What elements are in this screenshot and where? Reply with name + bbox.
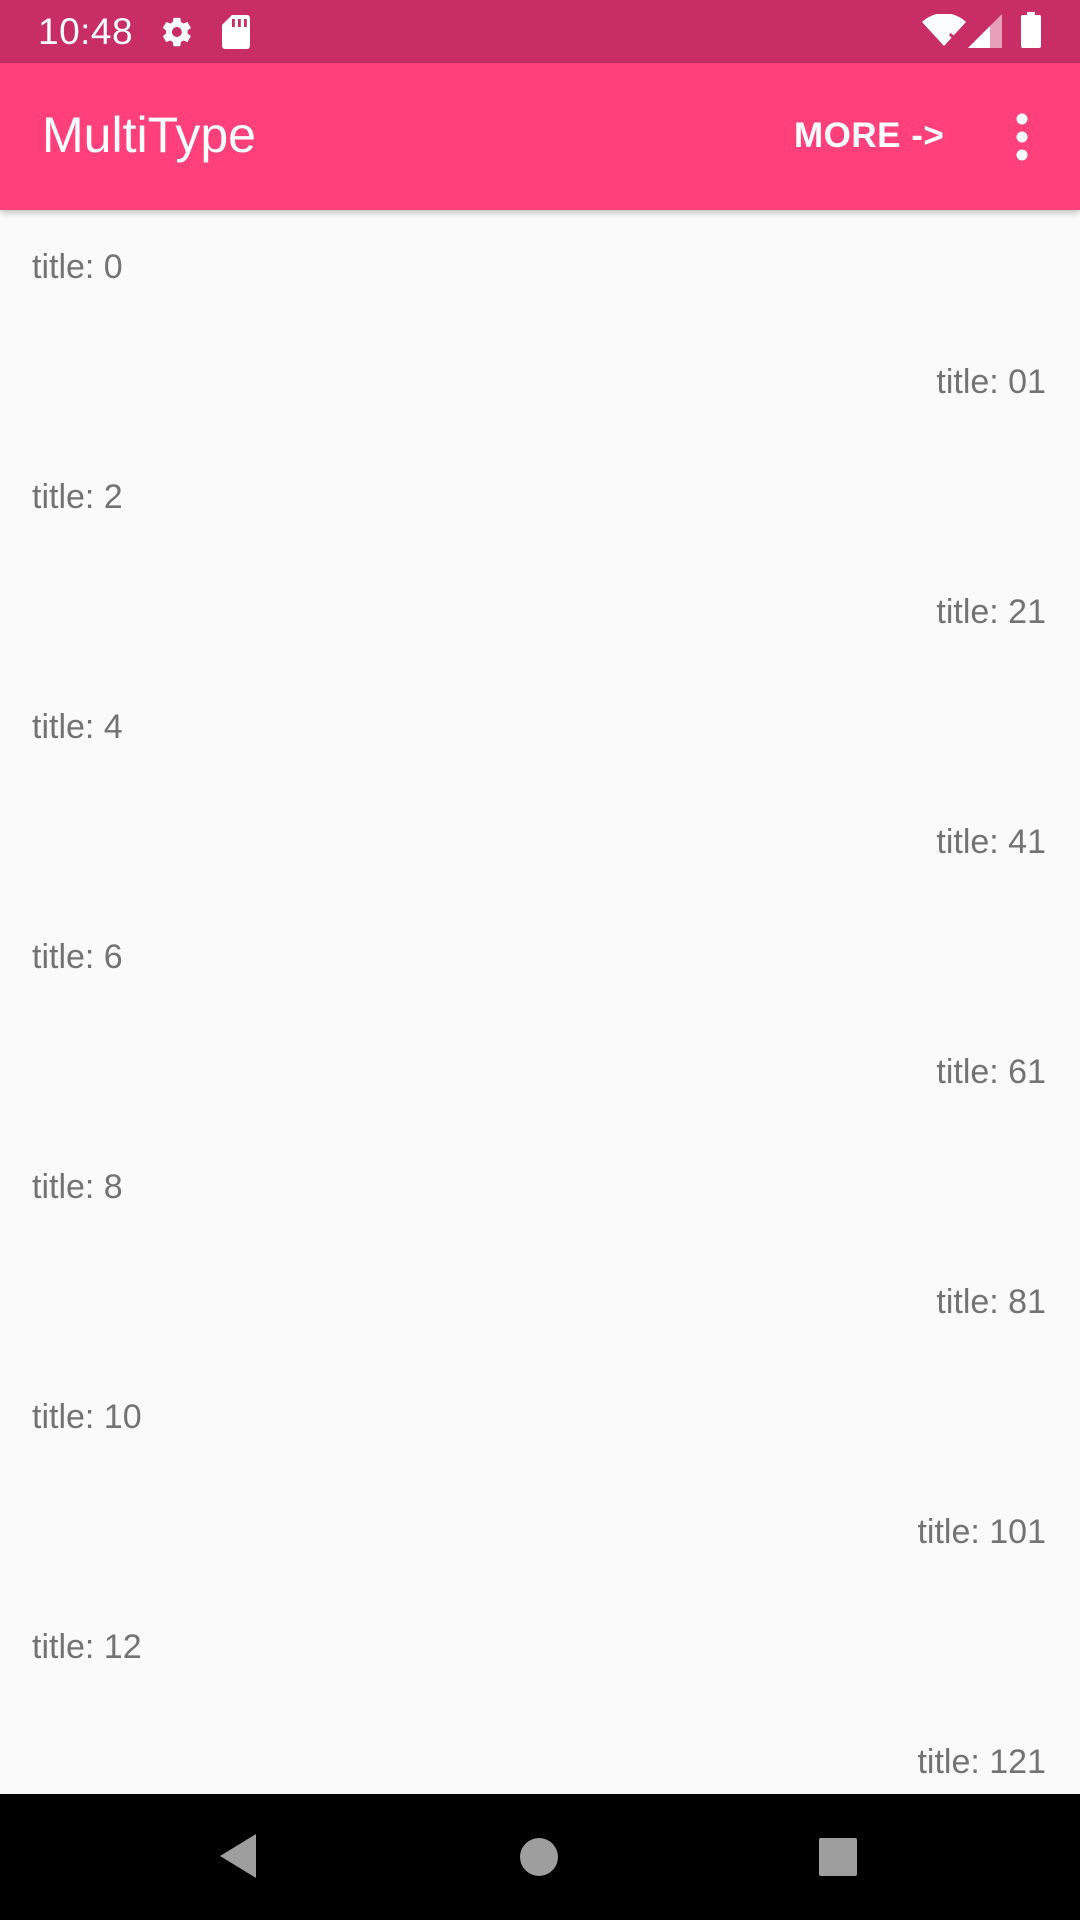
cell-signal-icon [968,14,1002,48]
list-item[interactable]: title: 81 [936,1245,1046,1360]
more-vert-icon[interactable] [990,105,1054,169]
status-time: 10:48 [38,11,134,52]
settings-icon [163,17,191,47]
list-item[interactable]: title: 12 [32,1590,142,1705]
home-icon[interactable] [518,1836,560,1878]
list-item[interactable]: title: 10 [32,1360,142,1475]
list-item[interactable]: title: 21 [936,555,1046,670]
title-list[interactable]: title: 0 title: 01 title: 2 title: 21 ti… [0,210,1080,1794]
back-icon[interactable] [214,1830,264,1882]
battery-icon [1021,12,1041,48]
list-item[interactable]: title: 101 [917,1475,1046,1590]
list-item[interactable]: title: 0 [32,210,123,325]
list-item[interactable]: title: 01 [936,325,1046,440]
list-row: title: 2 title: 21 [0,440,1080,670]
navigation-bar [0,1794,1080,1920]
list-item[interactable]: title: 4 [32,670,123,785]
more-button[interactable]: MORE -> [780,111,958,161]
list-row: title: 10 title: 101 [0,1360,1080,1590]
list-item[interactable]: title: 8 [32,1130,123,1245]
list-item[interactable]: title: 2 [32,440,123,555]
list-row: title: 6 title: 61 [0,900,1080,1130]
list-row: title: 12 title: 121 [0,1590,1080,1794]
app-title: MultiType [42,107,256,163]
list-item[interactable]: title: 6 [32,900,123,1015]
list-item[interactable]: title: 41 [936,785,1046,900]
list-row: title: 0 title: 01 [0,210,1080,440]
list-item[interactable]: title: 61 [936,1015,1046,1130]
status-bar: 10:48 [0,0,1080,63]
app-bar: MultiType MORE -> [0,63,1080,210]
list-row: title: 8 title: 81 [0,1130,1080,1360]
sd-card-icon [222,15,250,49]
wifi-icon [922,14,966,46]
recents-icon[interactable] [818,1837,858,1877]
list-item[interactable]: title: 121 [917,1705,1046,1794]
list-row: title: 4 title: 41 [0,670,1080,900]
